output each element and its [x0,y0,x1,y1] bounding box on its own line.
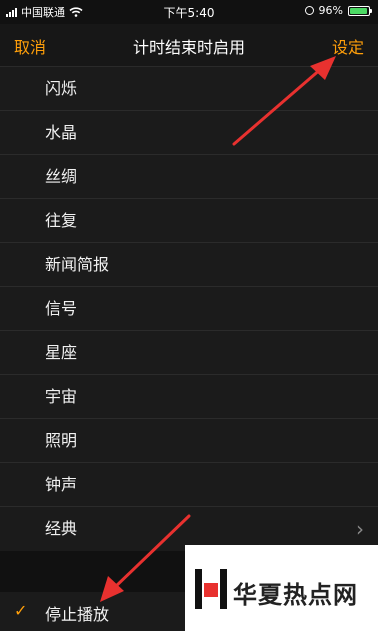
list-item-label: 往复 [45,211,78,230]
status-bar: 中国联通 下午5:40 96% [0,0,378,24]
battery-percent: 96% [318,4,343,17]
list-item[interactable]: 钟声 [0,463,378,507]
battery-icon [348,5,372,16]
checkmark-icon: ✓ [14,601,28,620]
list-item[interactable]: 宇宙 [0,375,378,419]
sound-list: 闪烁 水晶 丝绸 往复 新闻简报 信号 星座 宇宙 照明 钟声 经典 › [0,67,378,551]
list-item[interactable]: 往复 [0,199,378,243]
list-item[interactable]: 闪烁 [0,67,378,111]
list-item[interactable]: 星座 [0,331,378,375]
stop-playing-label: 停止播放 [45,605,110,624]
set-button[interactable]: 设定 [332,34,364,58]
list-item-label: 闪烁 [45,79,78,98]
watermark: 华夏热点网 [185,545,378,631]
list-item[interactable]: 丝绸 [0,155,378,199]
watermark-logo-icon [195,569,227,609]
list-item-label: 丝绸 [45,167,78,186]
battery-fill [350,7,368,14]
list-item-label: 水晶 [45,123,78,142]
status-right: 96% [304,4,372,17]
watermark-text: 华夏热点网 [233,581,358,609]
list-item[interactable]: 照明 [0,419,378,463]
list-item-label: 钟声 [45,475,78,494]
list-item[interactable]: 信号 [0,287,378,331]
page-title: 计时结束时启用 [132,38,245,57]
nav-bar: 取消 计时结束时启用 设定 [0,24,378,67]
list-item-label: 宇宙 [45,387,78,406]
list-item-label: 照明 [45,431,78,450]
list-item-label: 新闻简报 [45,255,110,274]
orientation-lock-icon [304,6,314,15]
list-item-label: 经典 [45,519,78,538]
list-item[interactable]: 水晶 [0,111,378,155]
list-item-label: 星座 [45,343,78,362]
list-item-label: 信号 [45,299,78,318]
list-item[interactable]: 新闻简报 [0,243,378,287]
